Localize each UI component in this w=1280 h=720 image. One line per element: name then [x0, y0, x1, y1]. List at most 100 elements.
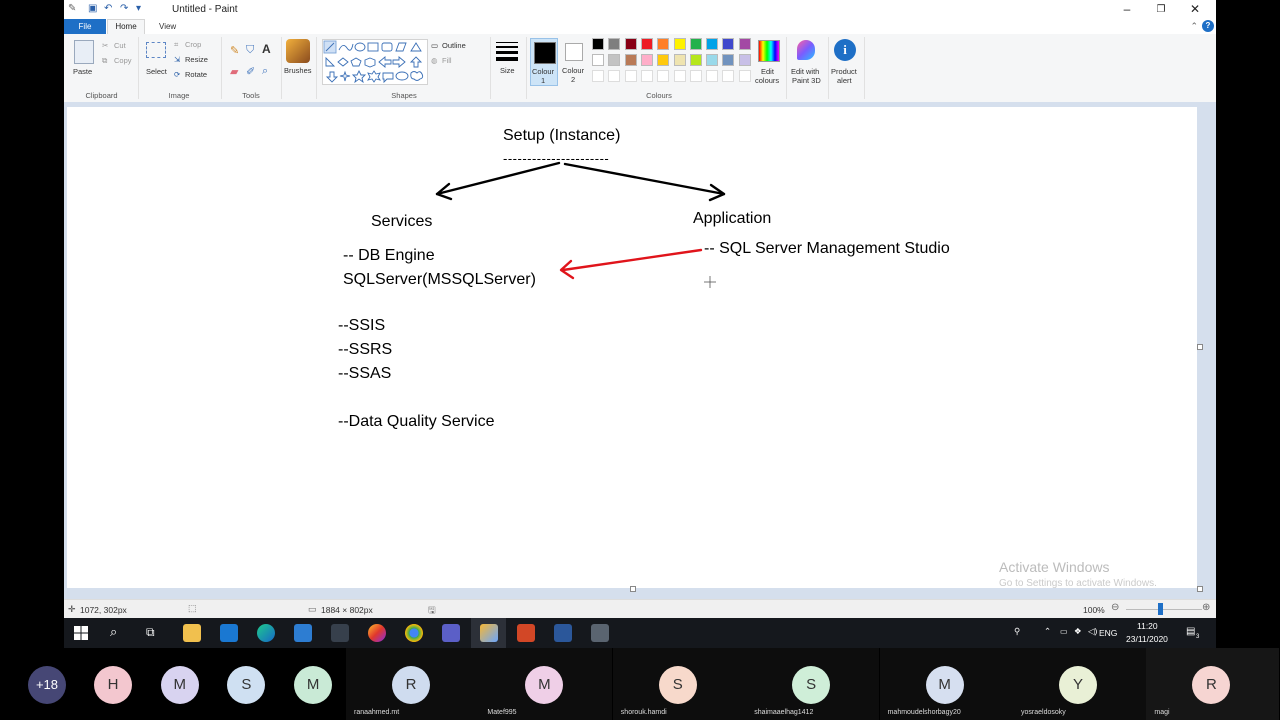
powerpoint-icon[interactable] [517, 624, 535, 642]
crop-button[interactable]: Crop [185, 40, 201, 49]
colour-picker-icon[interactable]: ✐ [246, 65, 255, 78]
colour-swatch[interactable] [640, 54, 653, 66]
teams-icon[interactable] [442, 624, 460, 642]
resize-handle-corner[interactable] [1197, 586, 1203, 592]
colour-swatch[interactable] [640, 38, 653, 50]
colour-2-button[interactable]: Colour 2 [561, 38, 589, 86]
edit-with-paint3d-line2[interactable]: Paint 3D [792, 76, 821, 85]
paint-taskbar-icon[interactable] [480, 624, 498, 642]
redo-icon[interactable]: ↷ [120, 4, 130, 14]
colour-swatch[interactable] [608, 38, 621, 50]
outline-dropdown[interactable]: Outline [442, 41, 466, 50]
colour-swatch[interactable] [657, 54, 670, 66]
copy-button[interactable]: Copy [114, 56, 132, 65]
paint-3d-icon[interactable] [797, 40, 815, 60]
clock-time[interactable]: 11:20 [1137, 621, 1158, 631]
task-view-icon[interactable]: ⧉ [146, 625, 155, 640]
people-icon[interactable]: ⚲ [1014, 626, 1020, 637]
participant-tile[interactable]: Rranaahmed.mt [346, 648, 479, 720]
participant-tile[interactable]: Sshaimaaelhag1412 [746, 648, 880, 720]
pencil-icon[interactable]: ✎ [230, 44, 239, 57]
volume-icon[interactable]: ◁) [1088, 626, 1097, 637]
brushes-button[interactable]: Brushes [284, 66, 312, 75]
colour-swatch[interactable] [657, 38, 670, 50]
colour-swatch[interactable] [689, 54, 702, 66]
size-button[interactable]: Size [500, 66, 515, 75]
custom-colour-slot[interactable] [706, 70, 719, 82]
colour-swatch[interactable] [624, 54, 637, 66]
search-icon[interactable]: ⌕ [110, 624, 117, 640]
product-alert-line2[interactable]: alert [837, 76, 852, 85]
paste-icon[interactable] [74, 40, 94, 64]
firefox-icon[interactable] [368, 624, 386, 642]
custom-colour-slot[interactable] [722, 70, 735, 82]
participant-tile[interactable]: Yyosraeldosoky [1013, 648, 1146, 720]
shapes-gallery[interactable] [322, 39, 428, 85]
size-icon[interactable] [496, 42, 518, 62]
start-icon[interactable] [74, 626, 88, 640]
media-player-icon[interactable] [331, 624, 349, 642]
colour-swatch[interactable] [592, 54, 604, 66]
fill-dropdown[interactable]: Fill [442, 56, 452, 65]
product-alert-line1[interactable]: Product [831, 67, 857, 76]
custom-colour-slot[interactable] [592, 70, 604, 82]
zoom-out-icon[interactable]: ⊖ [1111, 602, 1119, 613]
settings-app-icon[interactable] [591, 624, 609, 642]
fill-icon[interactable]: ⛉ [246, 44, 254, 57]
select-button[interactable]: Select [146, 67, 167, 76]
colour-swatch[interactable] [608, 54, 621, 66]
zoom-slider-track[interactable] [1126, 609, 1202, 610]
colour-swatch[interactable] [689, 38, 702, 50]
text-icon[interactable]: A [262, 42, 271, 56]
language-indicator[interactable]: ENG [1099, 628, 1117, 638]
chrome-icon[interactable] [405, 624, 423, 642]
custom-colour-slot[interactable] [657, 70, 670, 82]
resize-handle-right[interactable] [1197, 344, 1203, 350]
edge-icon[interactable] [257, 624, 275, 642]
zoom-slider-thumb[interactable] [1158, 603, 1163, 615]
resize-handle-bottom[interactable] [630, 586, 636, 592]
dropbox-icon[interactable]: ❖ [1074, 626, 1082, 637]
network-icon[interactable]: ▭ [1060, 627, 1068, 636]
undo-icon[interactable]: ↶ [104, 4, 114, 14]
show-hidden-icons[interactable]: ⌃ [1044, 626, 1051, 637]
custom-colour-slot[interactable] [738, 70, 751, 82]
colour-swatch[interactable] [722, 38, 735, 50]
paste-button[interactable]: Paste [73, 67, 92, 76]
store-icon[interactable] [294, 624, 312, 642]
notification-icon[interactable]: ▤ [1186, 626, 1195, 637]
close-button[interactable]: ✕ [1178, 1, 1212, 18]
colour-swatch[interactable] [673, 54, 686, 66]
custom-colour-slot[interactable] [640, 70, 653, 82]
edit-colours-line2[interactable]: colours [755, 76, 779, 85]
colour-1-button[interactable]: Colour 1 [530, 38, 558, 86]
colour-swatch[interactable] [592, 38, 604, 50]
edit-colours-icon[interactable] [758, 40, 780, 62]
mail-icon[interactable] [220, 624, 238, 642]
custom-colour-slot[interactable] [673, 70, 686, 82]
colour-swatch[interactable] [722, 54, 735, 66]
cut-button[interactable]: Cut [114, 41, 126, 50]
word-icon[interactable] [554, 624, 572, 642]
participant-tile[interactable]: Sshorouk.hamdi [612, 648, 746, 720]
tab-file[interactable]: File [64, 19, 106, 34]
save-icon[interactable]: ▣ [88, 4, 98, 14]
custom-colour-slot[interactable] [608, 70, 621, 82]
file-explorer-icon[interactable] [183, 624, 201, 642]
participant-tile[interactable]: Mmahmoudelshorbagy20 [879, 648, 1013, 720]
colour-swatch[interactable] [673, 38, 686, 50]
minimize-button[interactable]: – [1110, 1, 1144, 18]
brushes-icon[interactable] [286, 39, 310, 63]
resize-button[interactable]: Resize [185, 55, 208, 64]
magnifier-icon[interactable]: ⌕ [262, 65, 268, 78]
colour-swatch[interactable] [738, 38, 751, 50]
product-alert-icon[interactable]: i [834, 39, 856, 61]
clock-date[interactable]: 23/11/2020 [1126, 634, 1168, 644]
zoom-in-icon[interactable]: ⊕ [1202, 602, 1210, 613]
custom-colour-slot[interactable] [624, 70, 637, 82]
colour-swatch[interactable] [706, 54, 719, 66]
quick-access-customize-icon[interactable]: ▾ [136, 4, 146, 14]
drawing-canvas[interactable]: Setup (Instance) ---------------------- … [67, 107, 1197, 589]
colour-swatch[interactable] [738, 54, 751, 66]
maximize-button[interactable]: ❐ [1144, 1, 1178, 18]
